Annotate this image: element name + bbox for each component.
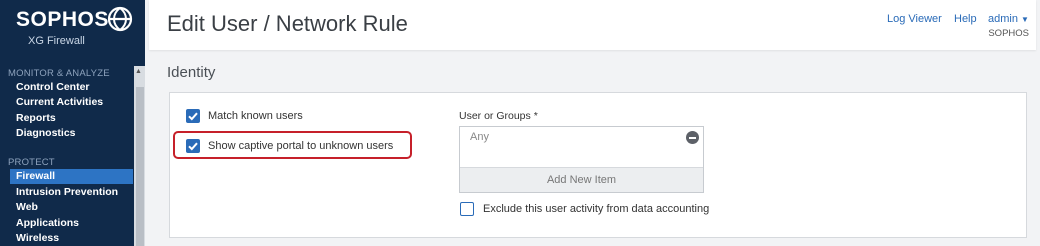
chevron-down-icon: ▼ — [1021, 15, 1029, 24]
sidebar-section-monitor: MONITOR & ANALYZE — [8, 68, 110, 79]
checkmark-icon — [188, 142, 198, 151]
help-link[interactable]: Help — [954, 13, 977, 25]
add-new-item-button[interactable]: Add New Item — [460, 167, 703, 192]
brand-product: XG Firewall — [28, 35, 85, 47]
admin-label: admin — [988, 13, 1018, 25]
sidebar-item-control-center[interactable]: Control Center — [16, 81, 90, 93]
sidebar-item-applications[interactable]: Applications — [16, 217, 79, 229]
show-captive-portal-checkbox[interactable] — [186, 139, 200, 153]
sidebar-item-web[interactable]: Web — [16, 201, 38, 213]
scroll-up-icon[interactable]: ▲ — [135, 68, 142, 75]
identity-section-title: Identity — [167, 64, 216, 81]
sidebar-scroll-thumb[interactable] — [136, 87, 144, 246]
sidebar-item-firewall[interactable]: Firewall — [10, 169, 133, 184]
sidebar-item-reports[interactable]: Reports — [16, 112, 56, 124]
page-title: Edit User / Network Rule — [167, 11, 408, 36]
sidebar-item-wireless[interactable]: Wireless — [16, 232, 59, 244]
main-content: Edit User / Network Rule Log Viewer Help… — [145, 0, 1040, 246]
user-or-groups-list[interactable]: Any Add New Item — [459, 126, 704, 193]
sidebar-item-intrusion-prevention[interactable]: Intrusion Prevention — [16, 186, 118, 198]
user-or-groups-label: User or Groups * — [459, 110, 538, 122]
user-or-groups-value: Any — [470, 131, 489, 143]
sophos-logo-icon — [107, 6, 133, 37]
match-known-users-label: Match known users — [208, 110, 303, 122]
page-header: Edit User / Network Rule Log Viewer Help… — [149, 0, 1036, 50]
brand[interactable]: SOPHOS XG Firewall — [0, 0, 145, 62]
checkmark-icon — [188, 112, 198, 121]
admin-menu[interactable]: admin ▼ — [988, 13, 1029, 25]
sidebar-section-protect: PROTECT — [8, 157, 55, 168]
exclude-accounting-label: Exclude this user activity from data acc… — [483, 203, 710, 215]
sidebar: SOPHOS XG Firewall MONITOR & ANALYZE Con… — [0, 0, 145, 246]
sidebar-item-current-activities[interactable]: Current Activities — [16, 96, 103, 108]
exclude-accounting-checkbox[interactable] — [460, 202, 474, 216]
brand-name: SOPHOS — [16, 8, 109, 31]
log-viewer-link[interactable]: Log Viewer — [887, 13, 942, 25]
admin-org: SOPHOS — [988, 28, 1029, 39]
remove-icon[interactable] — [686, 131, 699, 144]
match-known-users-checkbox[interactable] — [186, 109, 200, 123]
show-captive-portal-label: Show captive portal to unknown users — [208, 140, 394, 152]
sidebar-item-diagnostics[interactable]: Diagnostics — [16, 127, 76, 139]
